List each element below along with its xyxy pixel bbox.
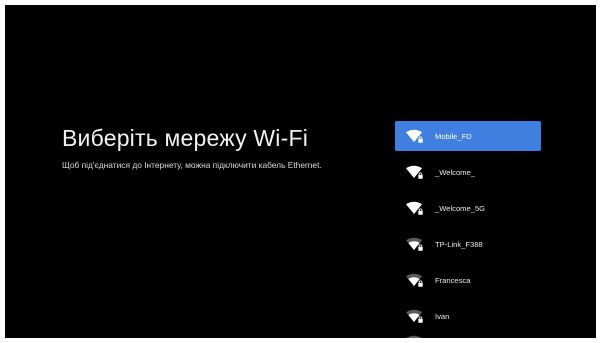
network-ssid: _Welcome_5G xyxy=(435,203,486,213)
intro-panel: Виберіть мережу Wi-Fi Щоб під'єднатися д… xyxy=(62,123,382,170)
network-list: Mobile_FD _Welcome_ _Welcome_5G TP-Link_… xyxy=(395,121,541,337)
network-item-welcome[interactable]: _Welcome_ xyxy=(395,157,541,187)
wifi-setup-screen: Виберіть мережу Wi-Fi Щоб під'єднатися д… xyxy=(5,5,596,338)
next-network-peek xyxy=(406,335,424,338)
wifi-locked-icon xyxy=(406,309,424,324)
network-item-welcome-5g[interactable]: _Welcome_5G xyxy=(395,193,541,223)
network-item-tp-link-f388[interactable]: TP-Link_F388 xyxy=(395,229,541,259)
page-title: Виберіть мережу Wi-Fi xyxy=(62,125,309,151)
network-ssid: Mobile_FD xyxy=(435,131,472,141)
network-item-francesca[interactable]: Francesca xyxy=(395,265,541,295)
network-ssid: TP-Link_F388 xyxy=(435,239,483,249)
wifi-locked-icon xyxy=(406,273,424,288)
page-subtitle: Щоб під'єднатися до Інтернету, можна під… xyxy=(62,160,322,170)
network-ssid: Ivan xyxy=(435,311,450,321)
wifi-locked-icon xyxy=(406,201,424,216)
network-item-mobile-fd[interactable]: Mobile_FD xyxy=(395,121,541,151)
network-ssid: _Welcome_ xyxy=(435,167,475,177)
wifi-locked-icon xyxy=(406,129,424,144)
wifi-icon xyxy=(406,335,422,338)
network-item-ivan[interactable]: Ivan xyxy=(395,301,541,331)
network-ssid: Francesca xyxy=(435,275,471,285)
wifi-locked-icon xyxy=(406,237,424,252)
wifi-locked-icon xyxy=(406,165,424,180)
